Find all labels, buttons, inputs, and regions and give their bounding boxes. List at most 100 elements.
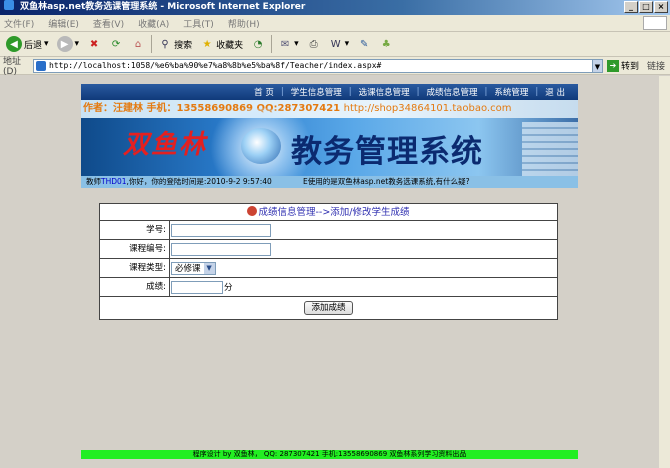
address-label: 地址(D) — [3, 57, 22, 77]
forward-button[interactable]: ▶ ▾ — [55, 34, 82, 54]
home-icon: ⌂ — [134, 38, 142, 50]
chevron-down-icon: ▾ — [74, 39, 80, 49]
course-id-label: 课程编号: — [100, 240, 170, 258]
refresh-button[interactable]: ⟳ — [107, 34, 125, 54]
menu-favorites[interactable]: 收藏(A) — [138, 17, 169, 30]
scrolling-notice: E使用的是双鱼林asp.net教务选课系统,有什么疑? — [303, 177, 470, 186]
stop-icon: ✖ — [89, 38, 99, 50]
form-row: 学号: — [100, 221, 557, 240]
brand-name: 双鱼林 — [123, 130, 208, 160]
search-icon: ⚲ — [161, 38, 169, 50]
course-id-input[interactable] — [171, 242, 271, 256]
messenger-icon: ✎ — [359, 38, 369, 50]
chevron-down-icon: ▼ — [203, 262, 215, 274]
system-name: 教务管理系统 — [291, 134, 483, 170]
nav-student[interactable]: 学生信息管理 — [284, 86, 349, 98]
course-type-label: 课程类型: — [100, 259, 170, 277]
go-button[interactable]: ➔ 转到 — [607, 59, 639, 72]
search-button[interactable]: ⚲ 搜索 — [156, 34, 194, 54]
chevron-down-icon: ▾ — [344, 39, 350, 49]
back-arrow-icon: ◀ — [6, 36, 22, 52]
back-label: 后退 — [24, 40, 43, 51]
building-graphic — [522, 122, 578, 176]
edit-button[interactable]: W ▾ — [327, 34, 352, 54]
go-label: 转到 — [621, 62, 640, 72]
form-row: 课程编号: — [100, 240, 557, 259]
form-actions: 添加成绩 — [100, 297, 557, 318]
minimize-button[interactable]: _ — [624, 1, 638, 13]
maximize-button[interactable]: □ — [639, 1, 653, 13]
mail-button[interactable]: ✉ ▾ — [276, 34, 301, 54]
window-title: 双鱼林asp.net教务选课管理系统 - Microsoft Internet … — [20, 2, 306, 12]
student-id-label: 学号: — [100, 221, 170, 239]
site-banner: 首 页 | 学生信息管理 | 选课信息管理 | 成绩信息管理 | 系统管理 | 退 出 作… — [81, 84, 578, 188]
page-content: 首 页 | 学生信息管理 | 选课信息管理 | 成绩信息管理 | 系统管理 | 退 出 作… — [0, 76, 670, 468]
shop-link[interactable]: http://shop34864101.taobao.com — [344, 103, 512, 114]
word-icon: W — [330, 38, 341, 50]
status-prefix: 教师 — [86, 177, 101, 186]
window-title-bar: 双鱼林asp.net教务选课管理系统 - Microsoft Internet … — [0, 0, 670, 15]
login-status: 教师THD01,你好，你的登陆时间是:2010-9-2 9:57:40 E使用的… — [81, 176, 578, 188]
menu-bar: 文件(F) 编辑(E) 查看(V) 收藏(A) 工具(T) 帮助(H) — [0, 15, 670, 32]
course-type-value: 必修课 — [175, 264, 201, 274]
hero-image: 双鱼林 教务管理系统 — [81, 108, 578, 188]
orb-logo-icon — [241, 128, 281, 164]
address-bar: 地址(D) http://localhost:1058/%e6%ba%90%e7… — [0, 57, 670, 77]
add-score-button[interactable]: 添加成绩 — [304, 300, 353, 315]
score-form: 成绩信息管理-->添加/修改学生成绩 学号: 课程编号: 课程类型: 必修课 ▼… — [99, 203, 558, 320]
toolbar-divider — [271, 35, 273, 53]
back-button[interactable]: ◀ 后退 ▾ — [4, 34, 51, 54]
close-button[interactable]: × — [654, 1, 668, 13]
vertical-scrollbar[interactable] — [659, 76, 670, 468]
windows-logo-icon — [643, 16, 667, 30]
history-icon: ◔ — [253, 38, 263, 50]
nav-home[interactable]: 首 页 — [247, 86, 281, 98]
page-icon — [36, 60, 46, 71]
favorites-label: 收藏夹 — [216, 40, 244, 51]
address-dropdown-button[interactable]: ▼ — [593, 58, 603, 73]
research-icon: ♣ — [381, 38, 391, 50]
home-button[interactable]: ⌂ — [129, 34, 147, 54]
footer: 程序设计 by 双鱼林， QQ: 287307421 手机:1355869086… — [81, 450, 578, 459]
score-label: 成绩: — [100, 278, 170, 296]
print-button[interactable]: ⎙ — [305, 34, 323, 54]
research-button[interactable]: ♣ — [377, 34, 395, 54]
author-info: 作者：汪建林 手机：13558690869 QQ:287307421 — [83, 103, 341, 114]
nav-score[interactable]: 成绩信息管理 — [420, 86, 485, 98]
score-icon — [247, 206, 258, 216]
student-id-input[interactable] — [171, 223, 271, 237]
toolbar: ◀ 后退 ▾ ▶ ▾ ✖ ⟳ ⌂ ⚲ 搜索 ★ 收藏夹 ◔ ✉ ▾ ⎙ W ▾ ✎ … — [0, 32, 670, 57]
print-icon: ⎙ — [309, 38, 318, 50]
go-arrow-icon: ➔ — [607, 59, 619, 72]
nav-system[interactable]: 系统管理 — [487, 86, 535, 98]
menu-tools[interactable]: 工具(T) — [183, 17, 214, 30]
chevron-down-icon: ▾ — [294, 39, 299, 49]
address-input[interactable]: http://localhost:1058/%e6%ba%90%e7%a8%8b… — [33, 58, 593, 73]
mail-icon: ✉ — [280, 38, 290, 50]
menu-view[interactable]: 查看(V) — [93, 17, 124, 30]
nav-course-selection[interactable]: 选课信息管理 — [352, 86, 417, 98]
history-button[interactable]: ◔ — [249, 34, 267, 54]
chevron-down-icon: ▾ — [44, 39, 49, 49]
star-icon: ★ — [202, 38, 212, 50]
form-title: 成绩信息管理-->添加/修改学生成绩 — [258, 207, 410, 218]
course-type-select[interactable]: 必修课 ▼ — [171, 261, 216, 275]
links-button[interactable]: 链接 — [647, 59, 665, 72]
menu-help[interactable]: 帮助(H) — [228, 17, 260, 30]
nav-logout[interactable]: 退 出 — [538, 86, 572, 98]
refresh-icon: ⟳ — [111, 38, 121, 50]
score-input[interactable] — [171, 280, 223, 294]
status-login-time: ,你好，你的登陆时间是:2010-9-2 9:57:40 — [126, 177, 272, 186]
ie-icon — [4, 0, 14, 10]
status-user: THD01 — [101, 177, 127, 186]
score-unit: 分 — [224, 283, 233, 293]
author-line: 作者：汪建林 手机：13558690869 QQ:287307421 http:… — [81, 100, 578, 118]
form-header: 成绩信息管理-->添加/修改学生成绩 — [100, 204, 557, 221]
top-nav: 首 页 | 学生信息管理 | 选课信息管理 | 成绩信息管理 | 系统管理 | 退 出 — [81, 84, 578, 100]
search-label: 搜索 — [174, 40, 193, 51]
menu-file[interactable]: 文件(F) — [4, 17, 34, 30]
stop-button[interactable]: ✖ — [85, 34, 103, 54]
messenger-button[interactable]: ✎ — [355, 34, 373, 54]
menu-edit[interactable]: 编辑(E) — [48, 17, 79, 30]
favorites-button[interactable]: ★ 收藏夹 — [198, 34, 245, 54]
